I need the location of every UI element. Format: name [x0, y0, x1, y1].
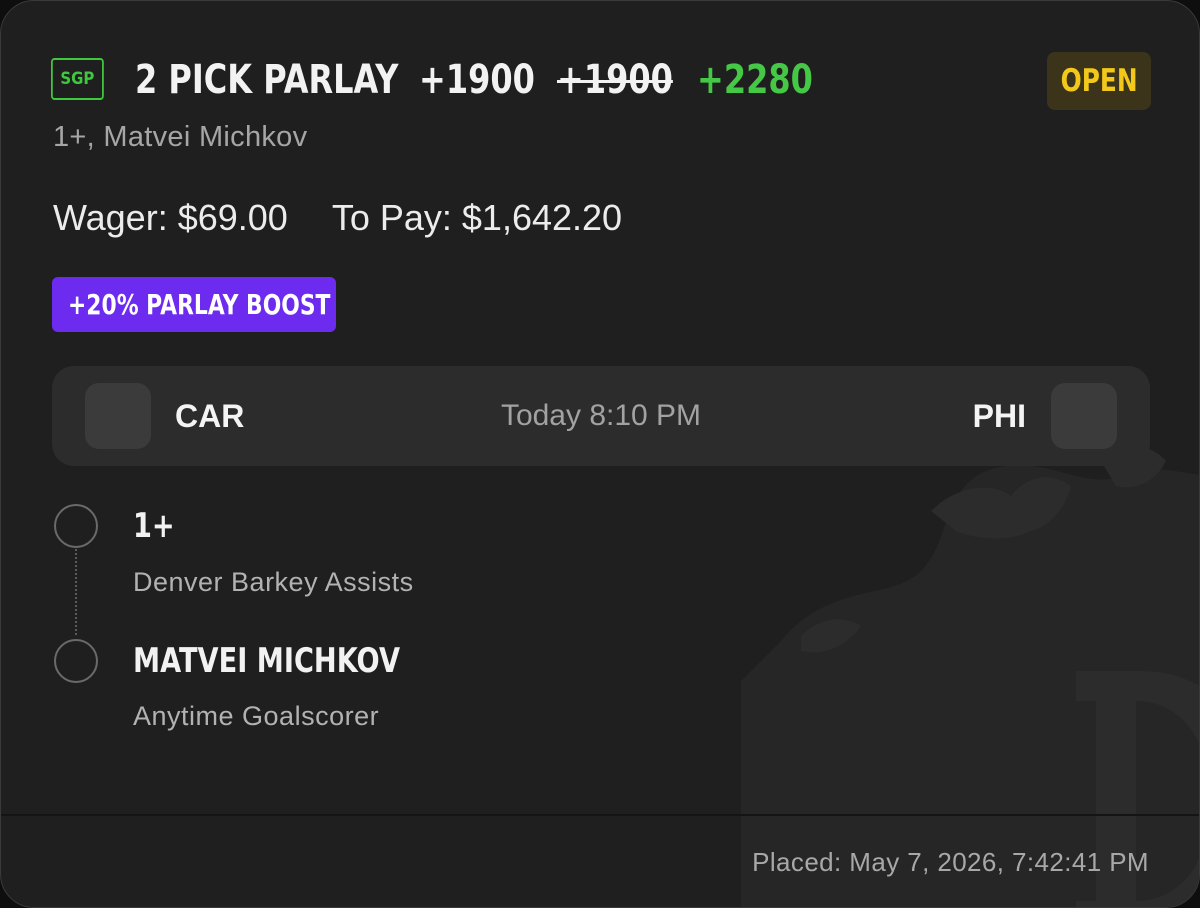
bet-title-row: 2 PICK PARLAY +1900 +1900 +2280 [51, 53, 851, 105]
leg-2-circle-icon [54, 639, 98, 683]
leg-2-description: Anytime Goalscorer [133, 701, 380, 731]
status-badge: OPEN [1047, 52, 1151, 110]
leg-1-description: Denver Barkey Assists [133, 567, 414, 597]
parlay-boost-label: +20% PARLAY BOOST [68, 288, 331, 321]
bet-card[interactable]: SGP 2 PICK PARLAY +1900 +1900 +2280 OPEN… [0, 0, 1200, 908]
parlay-boost-badge: +20% PARLAY BOOST [52, 277, 336, 332]
crown-watermark-icon [741, 435, 1199, 907]
game-matchup[interactable]: CAR Today 8:10 PM PHI [52, 366, 1150, 466]
footer-divider [1, 814, 1199, 816]
bet-title: 2 PICK PARLAY [135, 57, 399, 103]
leg-1-title: 1+ [133, 506, 175, 546]
home-team-logo [1051, 383, 1117, 449]
status-label: OPEN [1060, 63, 1138, 99]
bet-amounts: Wager: $69.00 To Pay: $1,642.20 [53, 197, 622, 239]
placed-timestamp: Placed: May 7, 2026, 7:42:41 PM [752, 847, 1149, 877]
bet-odds: +1900 [419, 57, 535, 103]
leg-2-title: MATVEI MICHKOV [133, 641, 400, 681]
home-team-name: PHI [972, 398, 1026, 434]
leg-1-circle-icon [54, 504, 98, 548]
original-odds-strikethrough: +1900 [557, 57, 673, 103]
to-pay-label: To Pay: [331, 197, 452, 238]
leg-connector-line [75, 549, 77, 635]
boosted-odds: +2280 [697, 57, 813, 103]
to-pay-value: $1,642.20 [461, 197, 623, 238]
bet-subtitle: 1+, Matvei Michkov [53, 121, 308, 153]
wager-label: Wager: [53, 197, 168, 238]
wager-value: $69.00 [177, 197, 288, 238]
